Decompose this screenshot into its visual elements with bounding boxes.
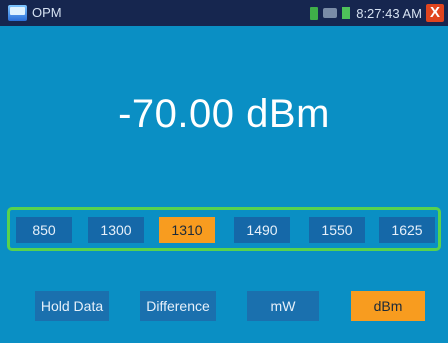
- usb-icon: [323, 8, 338, 18]
- wavelength-1550-button[interactable]: 1550: [309, 217, 365, 243]
- clock: 8:27:43 AM: [356, 5, 422, 21]
- close-button[interactable]: X: [426, 4, 444, 22]
- dbm-unit-button[interactable]: dBm: [351, 291, 425, 321]
- sd-card-icon: [342, 7, 351, 19]
- battery-icon: [310, 6, 319, 20]
- wavelength-1490-button[interactable]: 1490: [234, 217, 290, 243]
- wavelength-850-button[interactable]: 850: [16, 217, 72, 243]
- power-reading: -70.00 dBm: [118, 92, 330, 136]
- opm-app-icon: [8, 5, 27, 21]
- difference-button[interactable]: Difference: [140, 291, 216, 321]
- wavelength-selector: [7, 207, 441, 251]
- window-title: OPM: [32, 5, 62, 20]
- wavelength-1310-button[interactable]: 1310: [159, 217, 215, 243]
- wavelength-1300-button[interactable]: 1300: [88, 217, 144, 243]
- wavelength-1625-button[interactable]: 1625: [379, 217, 435, 243]
- hold-data-button[interactable]: Hold Data: [35, 291, 109, 321]
- title-bar: OPM 8:27:43 AM X: [0, 0, 448, 26]
- status-area: 8:27:43 AM: [310, 5, 422, 21]
- mw-unit-button[interactable]: mW: [247, 291, 319, 321]
